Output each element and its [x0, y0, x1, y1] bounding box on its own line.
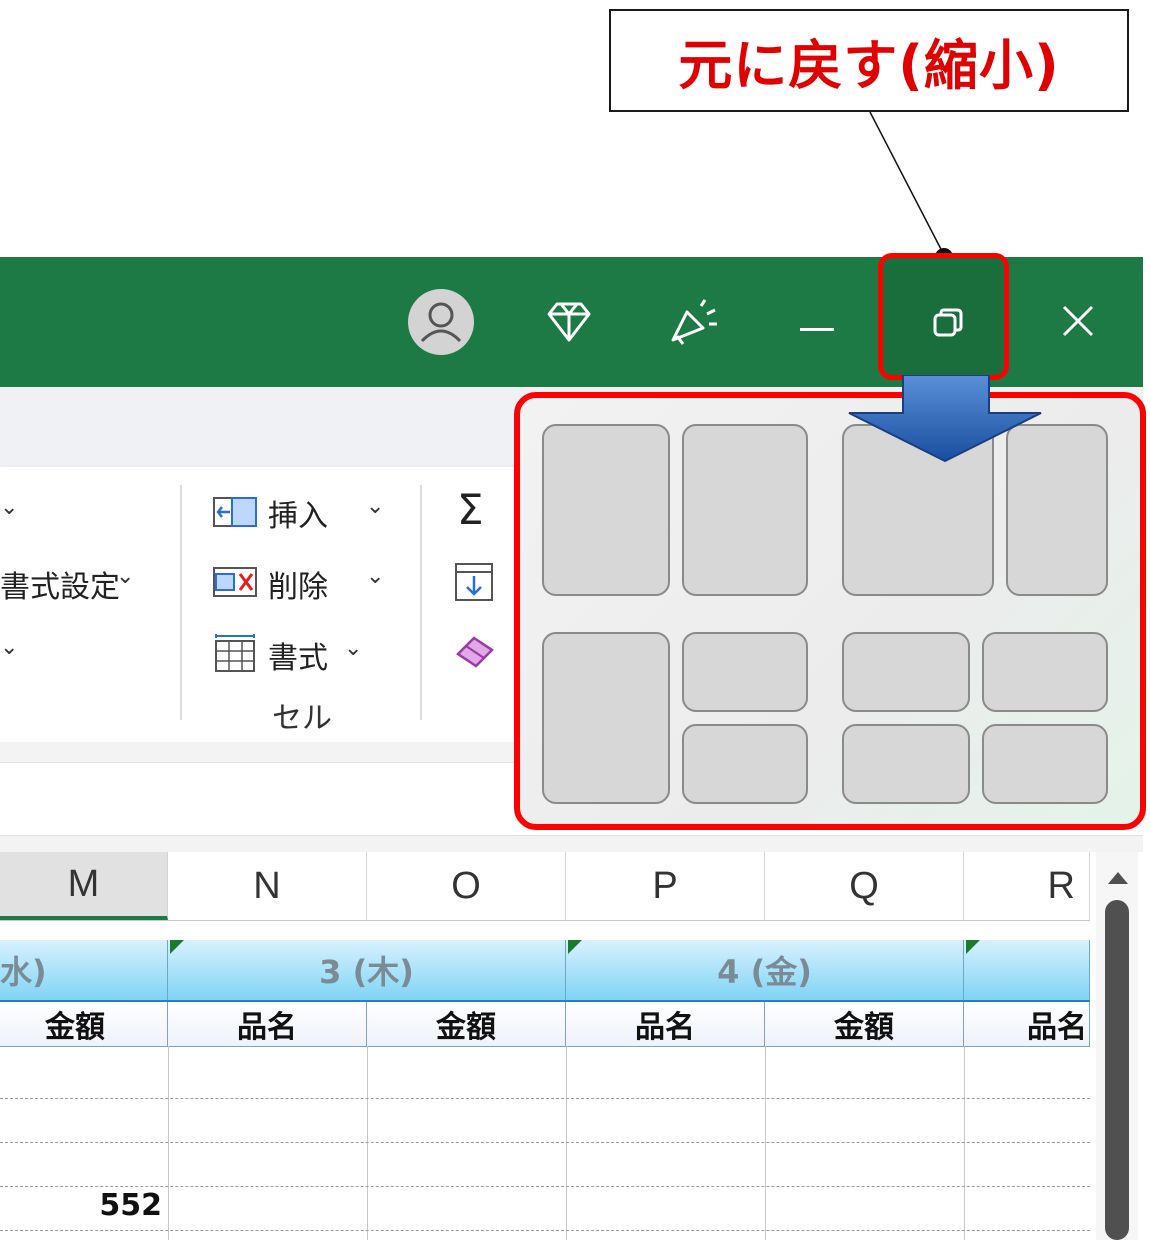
cells-group-label: セル	[272, 701, 332, 736]
user-avatar-icon[interactable]	[408, 289, 474, 355]
column-header-q[interactable]: Q	[765, 852, 964, 920]
sub-header-cell[interactable]: 品名	[566, 1002, 765, 1046]
grid-line	[0, 1230, 1090, 1231]
diamond-icon[interactable]	[545, 300, 593, 348]
close-icon	[1062, 305, 1094, 337]
column-header-p[interactable]: P	[566, 852, 765, 920]
grid-line	[765, 1046, 766, 1240]
grid-line	[367, 1046, 368, 1240]
snap-layouts-panel	[514, 392, 1146, 830]
scroll-up-arrow-icon[interactable]	[1106, 868, 1130, 890]
grid-line	[168, 1046, 169, 1240]
restore-down-button[interactable]	[878, 253, 1009, 380]
grid-line	[0, 1186, 1090, 1187]
snap-layout-quad-bottom-right[interactable]	[982, 724, 1108, 804]
chevron-down-icon[interactable]: ⌄	[366, 494, 384, 519]
cell-grid[interactable]	[0, 1046, 1090, 1240]
sub-header-cell[interactable]: 品名	[168, 1002, 367, 1046]
chevron-down-icon[interactable]: ⌄	[0, 635, 18, 660]
sub-header-cell[interactable]: 金額	[765, 1002, 964, 1046]
snap-layout-left-main[interactable]	[542, 632, 670, 804]
column-header-o[interactable]: O	[367, 852, 566, 920]
format-setting-label[interactable]: 書式設定	[0, 562, 120, 606]
snap-layout-two-equal-left[interactable]	[542, 424, 670, 596]
day-header-cell[interactable]	[964, 940, 1090, 1000]
minimize-icon	[800, 328, 834, 331]
eraser-icon[interactable]	[454, 632, 498, 676]
day-header-row: 水) 3 (木) 4 (金)	[0, 940, 1090, 1002]
restore-down-icon	[933, 308, 963, 337]
column-header-row: M N O P Q R	[0, 852, 1090, 921]
day-header-cell[interactable]: 3 (木)	[168, 940, 566, 1000]
column-header-r[interactable]: R	[964, 852, 1090, 920]
chevron-down-icon[interactable]: ⌄	[116, 564, 134, 589]
column-header-n[interactable]: N	[168, 852, 367, 920]
close-button[interactable]	[1060, 303, 1096, 343]
day-header-cell[interactable]: 水)	[0, 940, 168, 1000]
snap-layout-quad-top-left[interactable]	[842, 632, 970, 712]
snap-layout-quad-top-right[interactable]	[982, 632, 1108, 712]
grid-line	[566, 1046, 567, 1240]
grid-line	[0, 1142, 1090, 1143]
chevron-down-icon[interactable]: ⌄	[0, 495, 18, 520]
minimize-button[interactable]	[800, 318, 834, 337]
sub-header-cell[interactable]: 金額	[0, 1002, 168, 1046]
delete-label[interactable]: 削除	[268, 562, 328, 606]
chevron-down-icon[interactable]: ⌄	[344, 636, 362, 661]
insert-label[interactable]: 挿入	[268, 491, 328, 535]
autosum-icon[interactable]: Σ	[457, 485, 484, 534]
insert-cells-icon[interactable]	[212, 494, 258, 534]
day-header-cell[interactable]: 4 (金)	[566, 940, 964, 1000]
chevron-down-icon[interactable]: ⌄	[366, 564, 384, 589]
snap-layout-right-top[interactable]	[682, 632, 808, 712]
ribbon-divider	[180, 485, 182, 720]
sub-header-cell[interactable]: 金額	[367, 1002, 566, 1046]
snap-layout-two-equal-right[interactable]	[682, 424, 808, 596]
comment-indicator	[966, 940, 980, 954]
comment-indicator	[170, 940, 184, 954]
fill-down-icon[interactable]	[454, 562, 494, 606]
column-header-m[interactable]: M	[0, 852, 168, 920]
format-label[interactable]: 書式	[268, 633, 328, 677]
sub-header-row: 金額 品名 金額 品名 金額 品名	[0, 1002, 1090, 1047]
delete-cells-icon[interactable]	[212, 564, 258, 604]
grid-line	[964, 1046, 965, 1240]
grid-line	[0, 1098, 1090, 1099]
sub-header-cell[interactable]: 品名	[964, 1002, 1090, 1046]
snap-layout-right-bottom[interactable]	[682, 724, 808, 804]
scrollbar-thumb[interactable]	[1105, 900, 1129, 1240]
comment-indicator	[568, 940, 582, 954]
callout-leader-line	[869, 111, 953, 266]
cell-value[interactable]: 552	[0, 1188, 162, 1223]
format-cells-icon[interactable]	[212, 633, 258, 677]
ribbon-divider	[420, 485, 422, 720]
snap-layout-quad-bottom-left[interactable]	[842, 724, 970, 804]
megaphone-icon[interactable]	[665, 296, 721, 352]
down-arrow-annotation-icon	[848, 375, 1042, 463]
